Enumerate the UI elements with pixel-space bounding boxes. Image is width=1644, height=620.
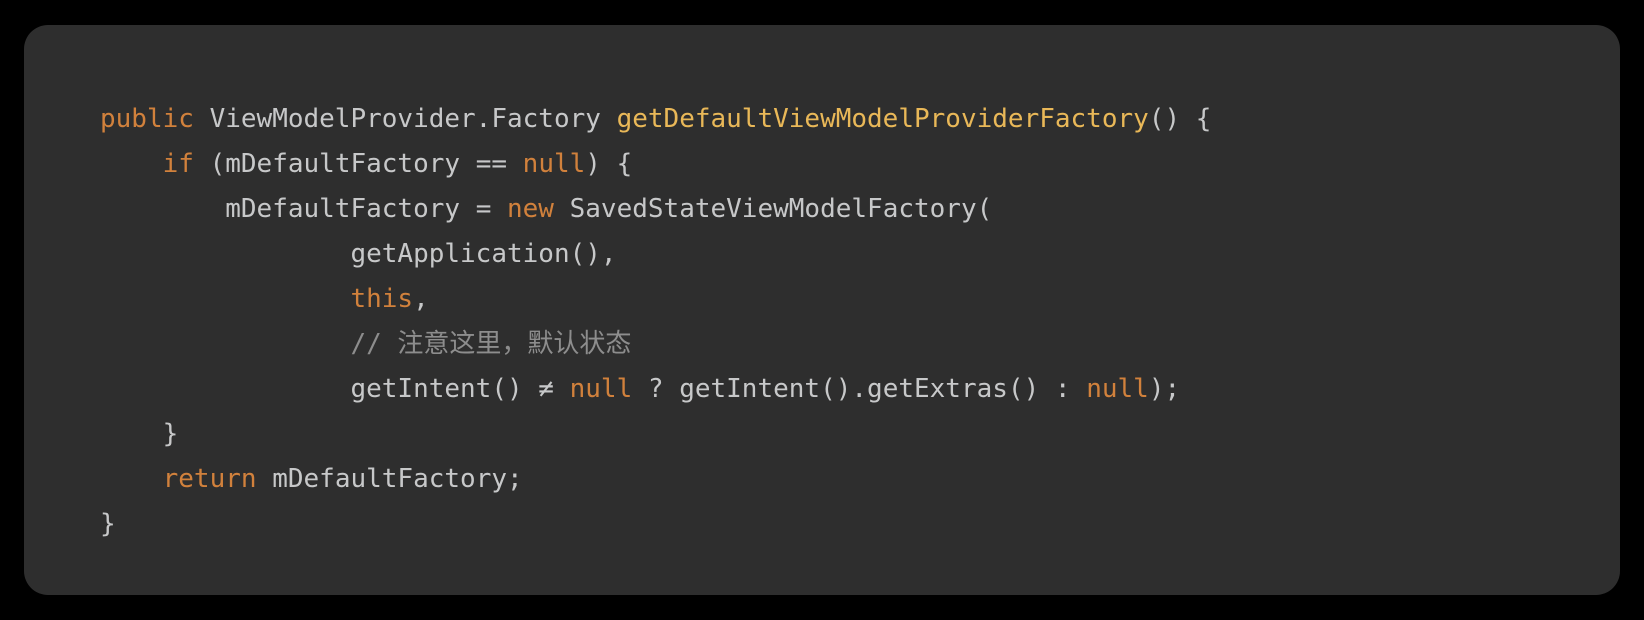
indent xyxy=(100,329,350,359)
indent xyxy=(100,239,350,269)
brace-close: } xyxy=(163,419,179,449)
ternary-part1: getIntent() ≠ xyxy=(350,374,569,404)
return-value: mDefaultFactory; xyxy=(257,464,523,494)
indent xyxy=(100,194,225,224)
indent xyxy=(100,149,163,179)
null-literal: null xyxy=(523,149,586,179)
indent xyxy=(100,374,350,404)
code-block: public ViewModelProvider.Factory getDefa… xyxy=(24,25,1620,595)
code-line-1: public ViewModelProvider.Factory getDefa… xyxy=(100,97,1544,142)
indent xyxy=(100,464,163,494)
code-line-5: this, xyxy=(100,277,1544,322)
comma: , xyxy=(413,284,429,314)
keyword-if: if xyxy=(163,149,194,179)
code-line-6: // 注意这里，默认状态 xyxy=(100,322,1544,367)
code-line-8: } xyxy=(100,412,1544,457)
code-line-7: getIntent() ≠ null ? getIntent().getExtr… xyxy=(100,367,1544,412)
method-name: getDefaultViewModelProviderFactory xyxy=(617,104,1149,134)
ternary-close: ); xyxy=(1149,374,1180,404)
code-line-2: if (mDefaultFactory == null) { xyxy=(100,142,1544,187)
comment: // 注意这里，默认状态 xyxy=(350,329,631,359)
null-literal: null xyxy=(1086,374,1149,404)
brace-close: } xyxy=(100,509,116,539)
indent xyxy=(100,284,350,314)
code-line-3: mDefaultFactory = new SavedStateViewMode… xyxy=(100,187,1544,232)
ternary-part2: ? getIntent().getExtras() : xyxy=(632,374,1086,404)
arg-get-application: getApplication(), xyxy=(350,239,616,269)
code-line-10: } xyxy=(100,502,1544,547)
indent xyxy=(100,419,163,449)
keyword-new: new xyxy=(507,194,554,224)
keyword-this: this xyxy=(350,284,413,314)
keyword-public: public xyxy=(100,104,194,134)
null-literal: null xyxy=(570,374,633,404)
code-line-4: getApplication(), xyxy=(100,232,1544,277)
punct: () { xyxy=(1149,104,1212,134)
assignment: mDefaultFactory = xyxy=(225,194,507,224)
condition-close: ) { xyxy=(585,149,632,179)
keyword-return: return xyxy=(163,464,257,494)
type-name: ViewModelProvider.Factory xyxy=(210,104,601,134)
code-line-9: return mDefaultFactory; xyxy=(100,457,1544,502)
condition-open: (mDefaultFactory == xyxy=(194,149,523,179)
constructor-name: SavedStateViewModelFactory( xyxy=(554,194,992,224)
